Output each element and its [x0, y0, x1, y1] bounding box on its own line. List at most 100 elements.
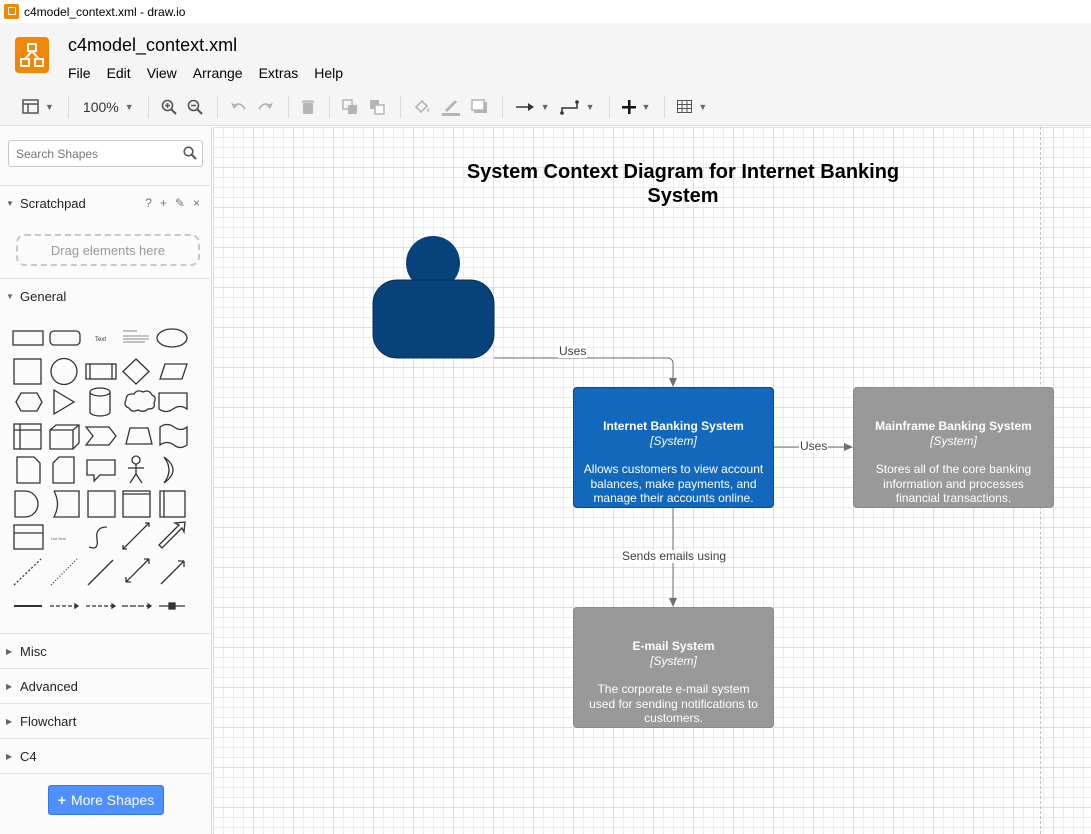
arrowhead-icon: [844, 443, 853, 451]
chevron-down-icon: ▼: [698, 101, 708, 112]
edge-label-uses[interactable]: Uses: [558, 345, 588, 358]
window-title: c4model_context.xml - draw.io: [24, 4, 186, 19]
edge-person-to-banking[interactable]: [494, 357, 674, 381]
help-icon[interactable]: ?: [145, 196, 152, 210]
menu-help[interactable]: Help: [306, 63, 351, 83]
search-shapes-input[interactable]: [9, 141, 179, 166]
svg-text:List Item: List Item: [51, 536, 67, 541]
chevron-down-icon: ▼: [45, 101, 54, 112]
format-panel-icon: [22, 99, 39, 114]
window-titlebar: c4model_context.xml - draw.io: [0, 0, 1091, 23]
node-type: [System]: [930, 433, 977, 448]
toolbar-divider: [216, 95, 218, 118]
person-customer[interactable]: [372, 236, 495, 359]
zoom-out-button[interactable]: [183, 92, 207, 122]
toolbar: ▼ 100% ▼ ▼ ▼ ▼ ▼: [0, 88, 1091, 126]
close-icon[interactable]: ×: [193, 196, 200, 210]
expand-triangle-icon: ▶: [6, 716, 13, 726]
redo-icon: [257, 102, 273, 110]
zoom-dropdown[interactable]: 100% ▼: [77, 99, 140, 115]
c4-label: C4: [20, 748, 37, 764]
search-shapes-box: [8, 140, 203, 167]
toolbar-divider: [287, 95, 289, 118]
flowchart-label: Flowchart: [20, 713, 77, 729]
node-description: The corporate e-mail system used for sen…: [589, 682, 758, 725]
expand-triangle-icon: ▶: [6, 681, 13, 691]
waypoints-button[interactable]: ▼: [556, 92, 599, 122]
delete-button[interactable]: [297, 92, 319, 122]
connection-style-button[interactable]: ▼: [511, 92, 554, 122]
menu-extras[interactable]: Extras: [251, 63, 307, 83]
edge-label-uses[interactable]: Uses: [799, 440, 829, 453]
scratchpad-header[interactable]: ▼ Scratchpad ? + ✎ ×: [0, 185, 212, 220]
insert-button[interactable]: ▼: [618, 92, 655, 122]
advanced-label: Advanced: [20, 678, 78, 694]
edit-icon[interactable]: ✎: [175, 196, 185, 210]
line-color-icon: [441, 99, 460, 116]
add-icon[interactable]: +: [160, 196, 167, 210]
menu-file[interactable]: File: [60, 63, 99, 83]
svg-text:Text: Text: [95, 337, 106, 343]
menu-arrange[interactable]: Arrange: [185, 63, 251, 83]
toolbar-divider: [399, 95, 401, 118]
document-filename[interactable]: c4model_context.xml: [68, 35, 237, 56]
node-name: Internet Banking System: [603, 419, 744, 433]
edge-label-sends-emails[interactable]: Sends emails using: [621, 550, 728, 563]
menu-edit[interactable]: Edit: [99, 63, 139, 83]
general-section-header[interactable]: ▼ General: [0, 278, 212, 313]
scratchpad-tools: ? + ✎ ×: [145, 196, 200, 210]
toolbar-divider: [67, 95, 69, 118]
undo-icon: [230, 102, 246, 110]
menu-view[interactable]: View: [139, 63, 185, 83]
node-type: [System]: [650, 653, 697, 668]
c4-section-header[interactable]: ▶ C4: [0, 738, 212, 773]
shadow-button[interactable]: [467, 92, 492, 122]
node-name: Mainframe Banking System: [875, 419, 1032, 433]
more-shapes-label: More Shapes: [70, 792, 155, 808]
node-name: E-mail System: [632, 639, 715, 653]
flowchart-section-header[interactable]: ▶ Flowchart: [0, 703, 212, 738]
node-type: [System]: [650, 433, 697, 448]
table-button[interactable]: ▼: [673, 92, 711, 122]
zoom-level: 100%: [82, 98, 119, 115]
diagram-canvas[interactable]: System Context Diagram for Internet Bank…: [213, 127, 1091, 834]
fill-color-button[interactable]: [409, 92, 435, 122]
misc-label: Misc: [20, 643, 47, 659]
zoom-in-icon: [161, 99, 177, 115]
to-back-icon: [369, 99, 385, 115]
plus-icon: +: [57, 792, 66, 808]
diagram-content: System Context Diagram for Internet Bank…: [213, 127, 1091, 834]
drawio-logo-icon: [15, 37, 49, 73]
toolbar-divider: [608, 95, 610, 118]
plus-icon: [621, 99, 636, 114]
drawio-app-icon: [4, 4, 19, 19]
chevron-down-icon: ▼: [124, 101, 134, 112]
collapse-triangle-icon: ▼: [6, 291, 14, 301]
advanced-section-header[interactable]: ▶ Advanced: [0, 668, 212, 703]
delete-icon: [301, 100, 314, 114]
format-panel-button[interactable]: ▼: [18, 92, 58, 122]
zoom-in-button[interactable]: [157, 92, 181, 122]
node-email-system[interactable]: E-mail System [System] The corporate e-m…: [573, 607, 774, 728]
to-front-button[interactable]: [338, 92, 363, 122]
expand-triangle-icon: ▶: [6, 751, 13, 761]
zoom-out-icon: [187, 99, 203, 115]
general-shapes-palette[interactable]: Text List Item: [9, 323, 205, 623]
collapse-triangle-icon: ▼: [6, 198, 14, 208]
node-mainframe-banking-system[interactable]: Mainframe Banking System [System] Stores…: [853, 387, 1054, 508]
drawio-app: c4model_context.xml - draw.io c4model_co…: [0, 0, 1091, 834]
table-icon: [677, 100, 693, 113]
toolbar-divider: [664, 95, 666, 118]
more-shapes-button[interactable]: + More Shapes: [48, 785, 164, 815]
scratchpad-dropzone[interactable]: Drag elements here: [16, 234, 200, 266]
chevron-down-icon: ▼: [585, 101, 595, 112]
node-internet-banking-system[interactable]: Internet Banking System [System] Allows …: [573, 387, 774, 508]
person-body: [372, 279, 495, 359]
undo-button[interactable]: [226, 92, 251, 122]
misc-section-header[interactable]: ▶ Misc: [0, 633, 212, 668]
to-front-icon: [341, 98, 357, 114]
line-color-button[interactable]: [437, 92, 465, 122]
to-back-button[interactable]: [365, 92, 390, 122]
redo-button[interactable]: [253, 92, 278, 122]
search-icon[interactable]: [183, 146, 197, 160]
